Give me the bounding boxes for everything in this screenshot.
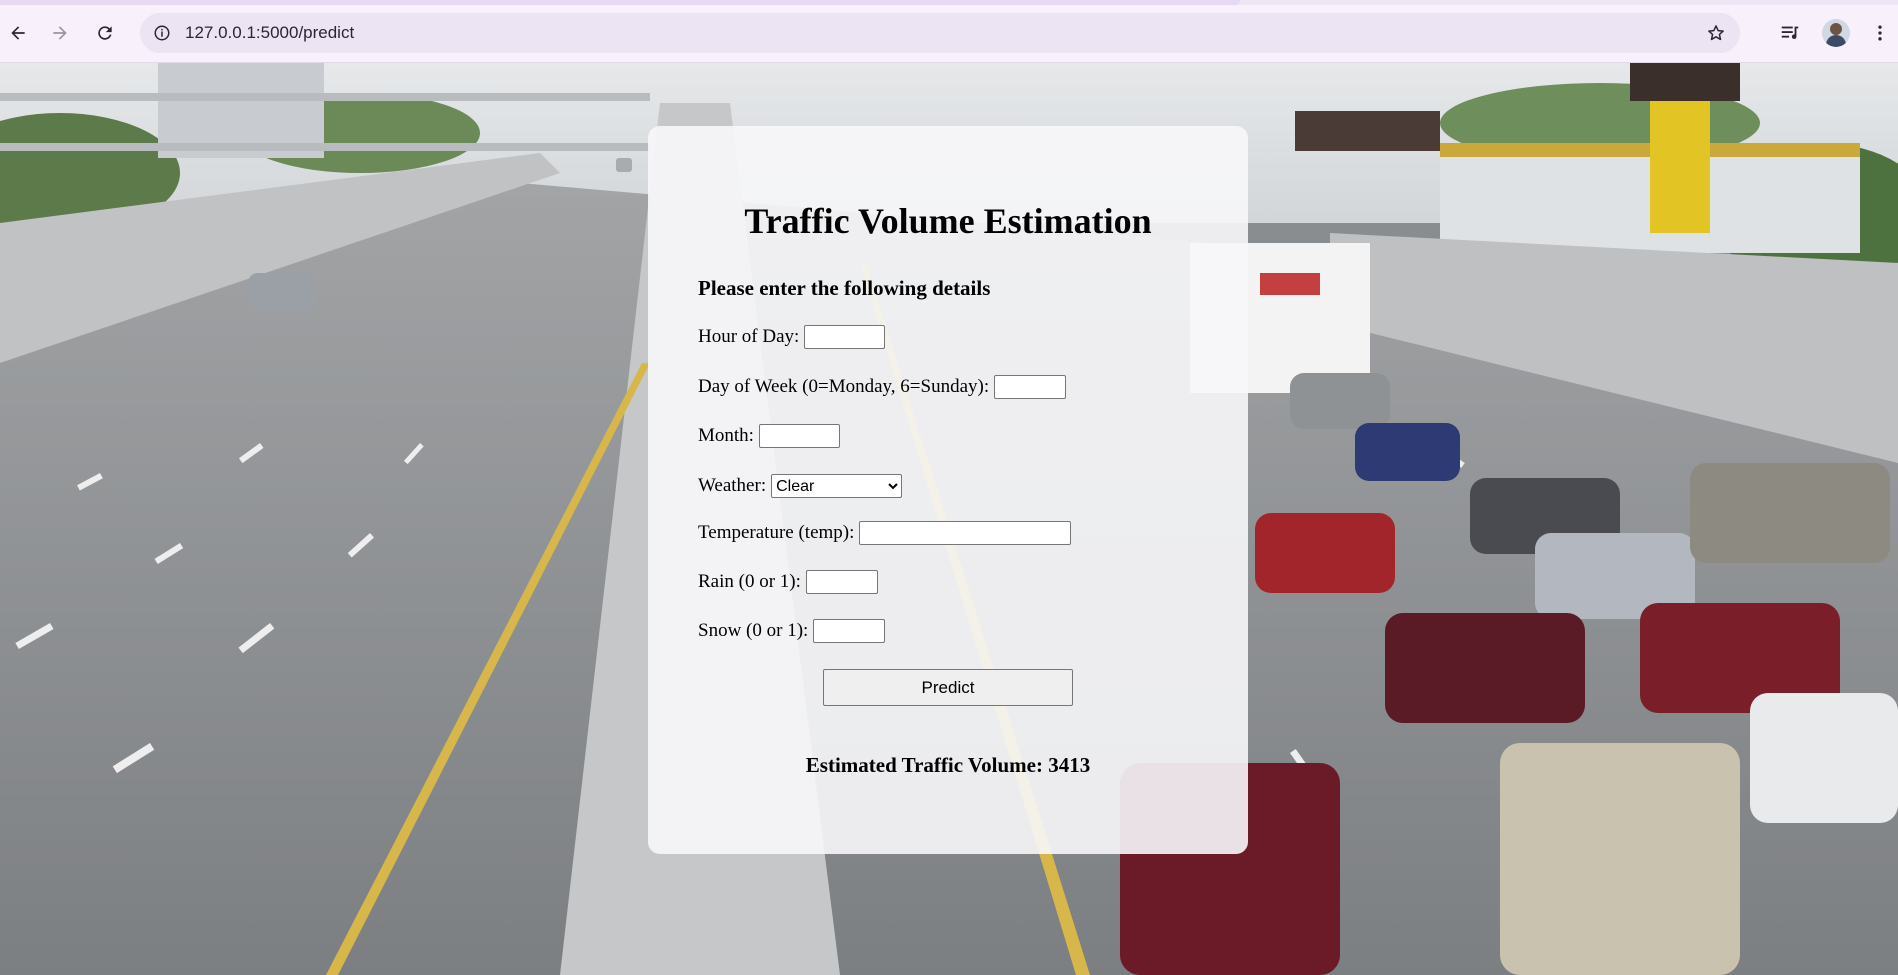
url-text[interactable]: 127.0.0.1:5000/predict (185, 23, 354, 43)
snow-input[interactable] (813, 619, 886, 643)
rain-input[interactable] (805, 570, 878, 594)
month-input[interactable] (758, 424, 840, 448)
hour-label: Hour of Day: (698, 326, 800, 347)
rain-row: Rain (0 or 1): (698, 570, 878, 594)
hour-row: Hour of Day: (698, 325, 886, 349)
prediction-form-card: Traffic Volume Estimation Please enter t… (648, 126, 1248, 854)
temperature-row: Temperature (temp): (698, 521, 1072, 545)
weather-label: Weather: (698, 475, 767, 496)
browser-toolbar: 127.0.0.1:5000/predict (0, 5, 1898, 63)
hour-input[interactable] (804, 325, 886, 349)
forward-arrow-icon[interactable] (42, 15, 78, 51)
bookmark-star-icon[interactable] (1702, 19, 1730, 47)
temperature-input[interactable] (859, 521, 1072, 545)
temperature-label: Temperature (temp): (698, 522, 855, 543)
more-menu-icon[interactable] (1862, 15, 1898, 51)
snow-label: Snow (0 or 1): (698, 620, 809, 641)
predict-button[interactable]: Predict (823, 669, 1073, 706)
weather-select[interactable]: Clear (771, 474, 903, 498)
day-of-week-row: Day of Week (0=Monday, 6=Sunday): (698, 375, 1067, 399)
form-subtitle: Please enter the following details (698, 276, 991, 300)
site-info-icon[interactable] (148, 19, 176, 47)
prediction-result: Estimated Traffic Volume: 3413 (805, 753, 1091, 777)
back-arrow-icon[interactable] (0, 15, 36, 51)
profile-avatar[interactable] (1818, 15, 1854, 51)
month-label: Month: (698, 425, 754, 446)
weather-row: Weather: Clear (698, 474, 903, 498)
address-bar[interactable]: 127.0.0.1:5000/predict (140, 13, 1740, 53)
day-of-week-input[interactable] (994, 375, 1067, 399)
month-row: Month: (698, 424, 840, 448)
reload-icon[interactable] (87, 15, 123, 51)
page-title: Traffic Volume Estimation (744, 201, 1152, 241)
media-controls-icon[interactable] (1772, 15, 1808, 51)
snow-row: Snow (0 or 1): (698, 619, 886, 643)
rain-label: Rain (0 or 1): (698, 571, 801, 592)
day-of-week-label: Day of Week (0=Monday, 6=Sunday): (698, 376, 990, 397)
